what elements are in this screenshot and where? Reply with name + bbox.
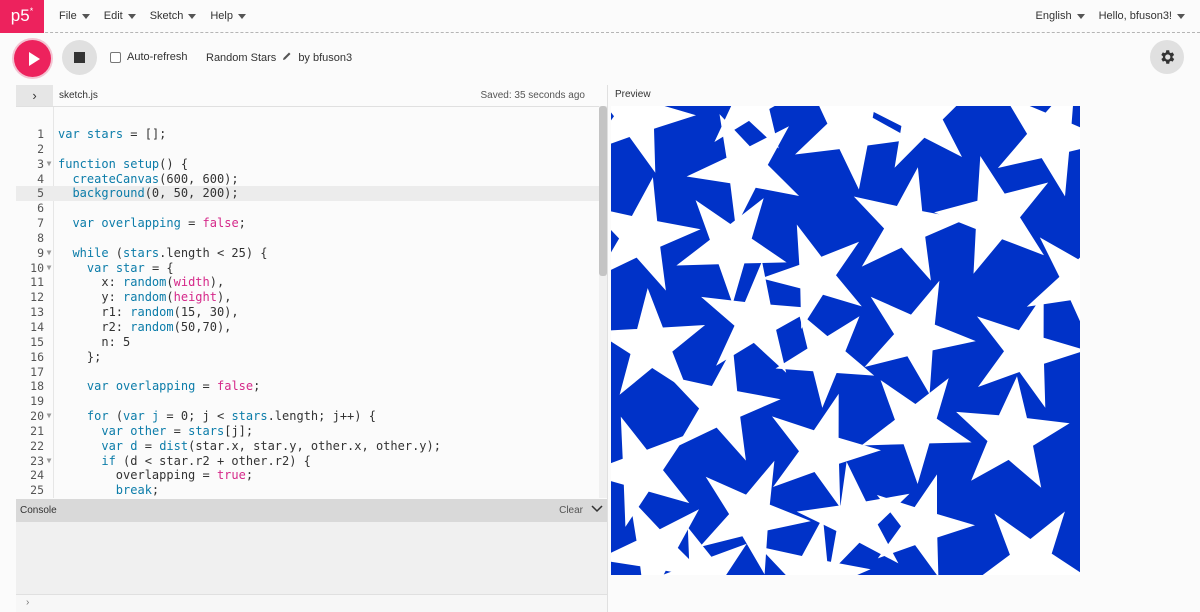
- code-line: 1 var stars = [];: [37, 127, 167, 141]
- star-shape: [772, 393, 881, 508]
- settings-button[interactable]: [1150, 40, 1184, 74]
- star-shape: [775, 311, 875, 408]
- pane-divider[interactable]: [607, 85, 608, 612]
- chevron-down-icon: [127, 13, 136, 19]
- code-line: 7 var overlapping = false;: [37, 216, 246, 231]
- console-output: [16, 522, 607, 594]
- file-name: sketch.js: [59, 90, 98, 101]
- play-button[interactable]: [14, 40, 51, 77]
- sidebar-toggle-button[interactable]: ›: [16, 85, 53, 106]
- star-shape: [977, 293, 1080, 408]
- console-title: Console: [20, 505, 57, 516]
- code-line: 21 var other = stars[j];: [30, 423, 254, 438]
- code-line: 25 break;: [30, 483, 160, 498]
- code-line-active: 5 background(0, 50, 200);: [16, 186, 599, 202]
- language-menu[interactable]: English: [1029, 10, 1092, 22]
- auto-refresh-label: Auto-refresh: [127, 51, 188, 63]
- code-line: 3 ▼ function setup() {: [37, 156, 189, 171]
- code-line: 2: [37, 141, 44, 156]
- p5-logo[interactable]: p5 *: [0, 0, 44, 33]
- chevron-down-icon: [81, 13, 90, 19]
- star-shape: [853, 167, 966, 281]
- menu-file[interactable]: File: [52, 10, 97, 22]
- gear-icon: [1161, 50, 1175, 64]
- code-line: 10 ▼ var star = {: [30, 260, 174, 275]
- star-shape: [611, 288, 706, 395]
- auto-refresh-checkbox[interactable]: [110, 51, 121, 63]
- console-clear-button[interactable]: Clear: [559, 505, 583, 516]
- star-shape: [997, 106, 1080, 197]
- top-navigation: p5 * File Edit Sketch Help English Hello,…: [0, 0, 1200, 33]
- star-shape: [861, 378, 972, 484]
- code-line: 17: [30, 364, 44, 379]
- code-line: 9 ▼ while (stars.length < 25) {: [37, 245, 268, 260]
- console-input[interactable]: ›: [16, 594, 607, 612]
- code-line: 8: [37, 230, 44, 245]
- preview-label: Preview: [615, 89, 651, 100]
- code-line: 18 var overlapping = false;: [30, 379, 261, 394]
- stop-icon: [74, 52, 85, 63]
- menu-help[interactable]: Help: [203, 10, 253, 22]
- saved-status: Saved: 35 seconds ago: [480, 90, 585, 101]
- console-header: Console Clear: [16, 499, 607, 522]
- chevron-down-icon: [1076, 13, 1085, 19]
- code-line: 14 r2: random(50,70),: [30, 319, 232, 334]
- code-line: 6: [37, 201, 44, 216]
- code-line: 12 y: random(height),: [30, 290, 232, 305]
- code-line: 4 createCanvas(600, 600);: [37, 171, 239, 186]
- code-line: 23 ▼ if (d < star.r2 + other.r2) {: [30, 453, 311, 468]
- editor-header: › sketch.js Saved: 35 seconds ago: [16, 85, 599, 106]
- user-menu[interactable]: Hello, bfuson3!: [1092, 10, 1192, 22]
- star-shape: [611, 416, 690, 527]
- code-line: 20 ▼ for (var j = 0; j < stars.length; j+…: [30, 409, 376, 424]
- code-line: 11 x: random(width),: [30, 275, 225, 290]
- play-icon: [28, 51, 40, 66]
- code-line: 19: [30, 394, 44, 409]
- sketch-owner: by bfuson3: [298, 51, 353, 64]
- star-shape: [668, 347, 781, 461]
- code-line: 13 r1: random(15, 30),: [30, 305, 239, 320]
- chevron-down-icon: [1177, 13, 1185, 19]
- toolbar: Auto-refresh Random Stars by bfuson3: [0, 34, 1200, 84]
- preview-canvas[interactable]: [611, 106, 1080, 575]
- chevron-right-icon: ›: [32, 88, 37, 103]
- star-shape: [864, 280, 976, 395]
- code-line: 24 overlapping = true;: [30, 468, 254, 483]
- menu-sketch[interactable]: Sketch: [143, 10, 204, 22]
- chevron-down-icon[interactable]: [591, 505, 603, 516]
- star-shape: [676, 198, 787, 304]
- code-editor[interactable]: 1 var stars = []; 2 3 ▼ function setup() { …: [16, 106, 607, 498]
- star-shape: [714, 106, 779, 149]
- main-menu: File Edit Sketch Help: [52, 10, 253, 22]
- menu-edit[interactable]: Edit: [97, 10, 143, 22]
- star-shape: [934, 156, 1049, 274]
- code-lines[interactable]: 1 var stars = []; 2 3 ▼ function setup() { …: [16, 127, 599, 498]
- sketch-name[interactable]: Random Stars: [206, 52, 276, 64]
- code-line: 22 var d = dist(star.x, star.y, other.x,…: [30, 438, 441, 453]
- star-shape: [611, 106, 696, 173]
- code-line: 16 };: [30, 349, 102, 364]
- sketch-title: Random Stars by bfuson3: [206, 51, 352, 64]
- star-shape: [611, 177, 701, 291]
- stop-button[interactable]: [62, 40, 97, 75]
- star-shape: [982, 511, 1080, 575]
- auto-refresh-toggle[interactable]: Auto-refresh: [110, 51, 188, 63]
- star-shape: [956, 376, 1070, 488]
- editor-scrollbar-thumb[interactable]: [599, 106, 607, 276]
- pencil-icon[interactable]: [282, 51, 292, 64]
- chevron-down-icon: [237, 13, 246, 19]
- code-line: 15 n: 5: [30, 334, 131, 349]
- chevron-down-icon: [188, 13, 197, 19]
- stars-canvas: [611, 106, 1080, 575]
- star-shape: [876, 474, 975, 575]
